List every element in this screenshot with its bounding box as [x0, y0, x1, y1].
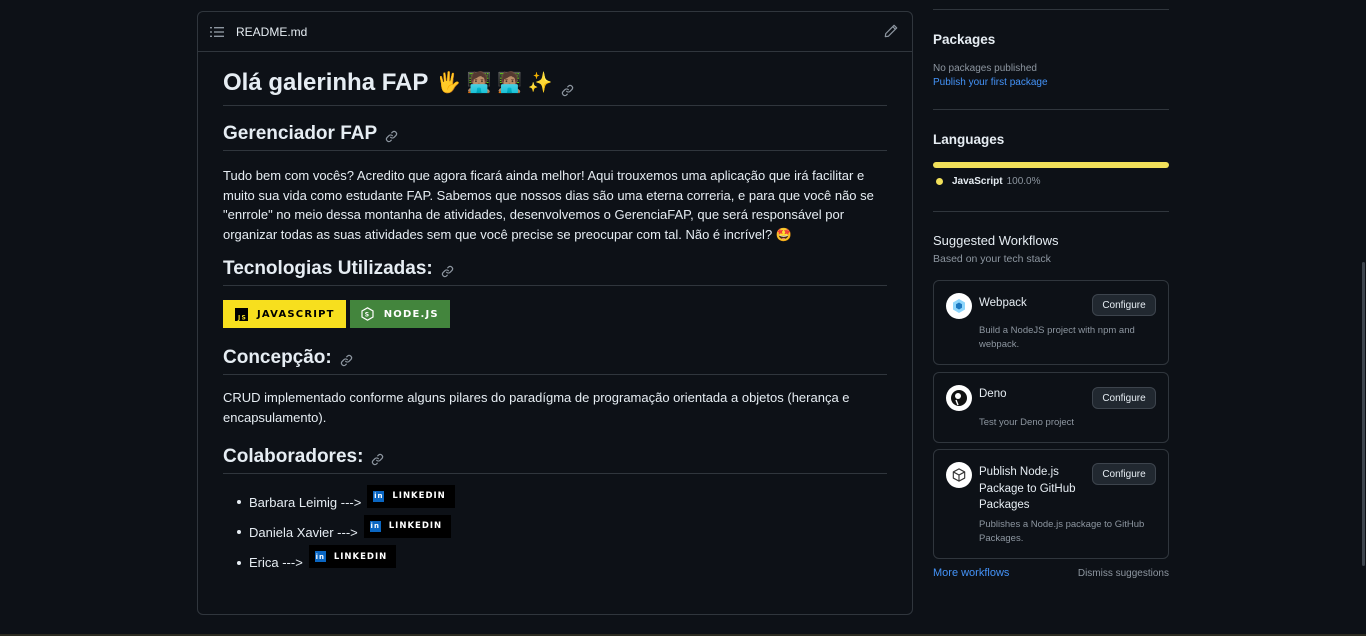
- title-emojis: 🖐 🧑🏽‍💻 🧑🏽‍💻 ✨: [436, 72, 553, 94]
- svg-text:JS: JS: [237, 314, 247, 321]
- scrollbar[interactable]: [1358, 0, 1366, 636]
- divider: [933, 9, 1169, 10]
- workflow-description: Publishes a Node.js package to GitHub Pa…: [979, 519, 1145, 544]
- collaborators-list: Barbara Leimig ---> in LINKEDIN Daniela …: [223, 484, 887, 575]
- svg-text:S: S: [365, 312, 371, 319]
- link-anchor-icon[interactable]: [561, 76, 575, 97]
- readme-panel: README.md Olá galerinha FAP 🖐 🧑🏽‍💻 🧑🏽‍💻 …: [197, 11, 913, 615]
- heading-colaboradores-text: Colaboradores:: [223, 446, 364, 467]
- suggested-workflows-subheading: Based on your tech stack: [933, 253, 1051, 265]
- list-item: Daniela Xavier ---> in LINKEDIN: [223, 514, 887, 545]
- collaborator-name: Barbara Leimig --->: [249, 494, 362, 510]
- tech-badges: JS JAVASCRIPT S NODE.JS: [223, 300, 887, 328]
- linkedin-badge-label: LINKEDIN: [392, 491, 446, 501]
- nodejs-logo-icon: S: [361, 307, 375, 321]
- linkedin-badge[interactable]: in LINKEDIN: [363, 514, 452, 538]
- heading-concepcao: Concepção:: [223, 347, 887, 375]
- workflow-card-webpack: Webpack Build a NodeJS project with npm …: [933, 280, 1169, 365]
- linkedin-badge-label: LINKEDIN: [388, 521, 443, 531]
- suggested-workflows-heading: Suggested Workflows: [933, 233, 1059, 248]
- workflow-title[interactable]: Deno: [979, 386, 1007, 403]
- heading-tecnologias-text: Tecnologias Utilizadas:: [223, 258, 433, 279]
- heading-colaboradores: Colaboradores:: [223, 446, 887, 474]
- collaborator-name: Erica --->: [249, 555, 303, 570]
- workflow-title[interactable]: Publish Node.js Package to GitHub Packag…: [979, 464, 1089, 514]
- outline-list-icon[interactable]: [210, 25, 224, 39]
- publish-package-link[interactable]: Publish your first package: [933, 77, 1048, 88]
- bullet: [237, 500, 241, 504]
- javascript-badge[interactable]: JS JAVASCRIPT: [223, 300, 346, 328]
- collaborator-name: Daniela Xavier --->: [249, 524, 358, 540]
- package-icon: [946, 462, 972, 488]
- bullet: [237, 560, 241, 565]
- no-packages-text: No packages published: [933, 63, 1037, 74]
- language-bar: [933, 162, 1169, 168]
- linkedin-logo-icon: in: [373, 490, 385, 502]
- language-percent: 100.0%: [1006, 176, 1041, 187]
- list-item: Barbara Leimig ---> in LINKEDIN: [223, 484, 887, 514]
- nodejs-badge-label: NODE.JS: [383, 308, 439, 320]
- linkedin-logo-icon: in: [369, 520, 381, 532]
- readme-title-text: Olá galerinha FAP: [223, 69, 429, 96]
- more-workflows-link[interactable]: More workflows: [933, 567, 1009, 579]
- readme-content: Olá galerinha FAP 🖐 🧑🏽‍💻 🧑🏽‍💻 ✨ Gerencia…: [223, 68, 887, 575]
- link-anchor-icon[interactable]: [441, 262, 455, 278]
- list-item: Erica ---> in LINKEDIN: [223, 545, 887, 575]
- paragraph-gerenciador: Tudo bem com vocês? Acredito que agora f…: [223, 168, 874, 242]
- heading-gerenciador-text: Gerenciador FAP: [223, 123, 378, 144]
- javascript-badge-label: JAVASCRIPT: [257, 308, 335, 320]
- configure-button[interactable]: Configure: [1092, 463, 1156, 485]
- divider: [933, 109, 1169, 110]
- readme-header: README.md: [198, 12, 912, 52]
- workflow-title[interactable]: Webpack: [979, 295, 1027, 312]
- packages-heading[interactable]: Packages: [933, 32, 995, 47]
- paragraph-concepcao: CRUD implementado conforme alguns pilare…: [223, 390, 850, 425]
- languages-heading: Languages: [933, 132, 1005, 147]
- language-item-javascript[interactable]: JavaScript 100.0%: [936, 176, 1041, 187]
- workflow-card-deno: Deno Test your Deno project Configure: [933, 372, 1169, 443]
- workflow-description: Build a NodeJS project with npm and webp…: [979, 325, 1135, 350]
- heading-tecnologias: Tecnologias Utilizadas:: [223, 258, 887, 286]
- configure-button[interactable]: Configure: [1092, 294, 1156, 316]
- workflow-card-publish-nodejs: Publish Node.js Package to GitHub Packag…: [933, 449, 1169, 559]
- linkedin-logo-icon: in: [314, 551, 326, 562]
- readme-title: Olá galerinha FAP 🖐 🧑🏽‍💻 🧑🏽‍💻 ✨: [223, 68, 887, 106]
- webpack-icon: [946, 293, 972, 319]
- linkedin-badge-label: LINKEDIN: [333, 551, 388, 562]
- configure-button[interactable]: Configure: [1092, 387, 1156, 409]
- linkedin-badge[interactable]: in LINKEDIN: [308, 545, 397, 568]
- language-color-dot: [936, 178, 943, 185]
- language-name: JavaScript: [952, 176, 1003, 187]
- deno-icon: [946, 385, 972, 411]
- heading-gerenciador: Gerenciador FAP: [223, 123, 887, 151]
- javascript-logo-icon: JS: [234, 307, 248, 321]
- dismiss-suggestions-button[interactable]: Dismiss suggestions: [1078, 568, 1169, 579]
- link-anchor-icon[interactable]: [385, 127, 399, 143]
- linkedin-badge[interactable]: in LINKEDIN: [367, 484, 455, 508]
- divider: [933, 211, 1169, 212]
- link-anchor-icon[interactable]: [371, 450, 385, 466]
- link-anchor-icon[interactable]: [340, 351, 354, 367]
- edit-pencil-icon[interactable]: [884, 24, 900, 40]
- bullet: [237, 530, 241, 534]
- scrollbar-thumb[interactable]: [1362, 262, 1365, 566]
- readme-filename: README.md: [236, 24, 308, 39]
- heading-concepcao-text: Concepção:: [223, 347, 332, 368]
- workflow-description: Test your Deno project: [979, 417, 1075, 428]
- nodejs-badge[interactable]: S NODE.JS: [349, 300, 450, 328]
